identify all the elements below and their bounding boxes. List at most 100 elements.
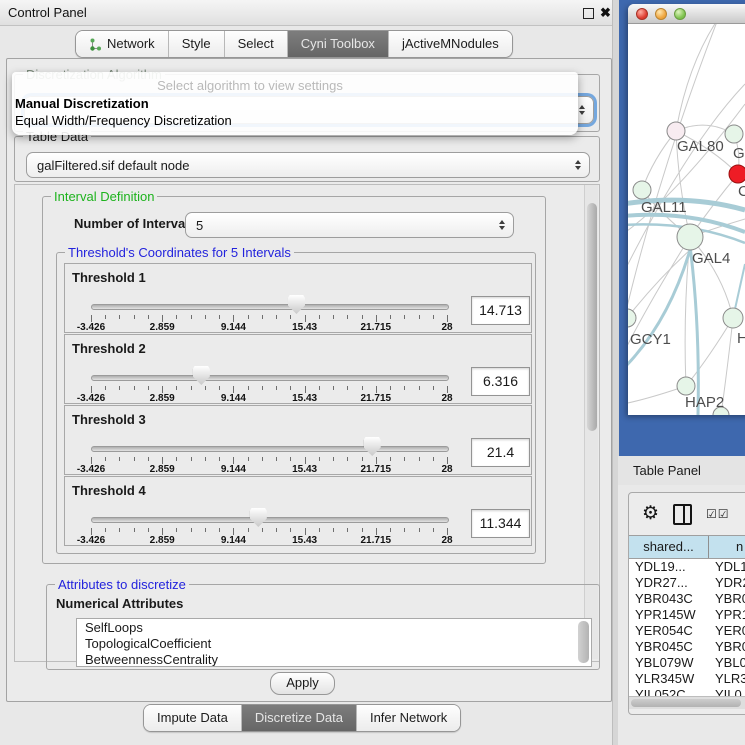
bottom-tab-bar: Impute DataDiscretize DataInfer Network bbox=[143, 704, 461, 732]
apply-button[interactable]: Apply bbox=[270, 672, 335, 695]
table-panel-title: Table Panel bbox=[633, 456, 701, 485]
horizontal-scrollbar-thumb[interactable] bbox=[631, 699, 741, 707]
slider-thumb[interactable] bbox=[364, 437, 381, 456]
tab-style[interactable]: Style bbox=[168, 31, 224, 57]
slider-tick bbox=[176, 386, 177, 390]
slider-tick bbox=[119, 315, 120, 319]
table-row[interactable]: YBL079WYBL0 bbox=[629, 655, 745, 671]
close-traffic-light[interactable] bbox=[636, 8, 648, 20]
table-data-combobox[interactable]: galFiltered.sif default node bbox=[26, 152, 590, 178]
tab-label: jActiveMNodules bbox=[402, 32, 499, 56]
slider-thumb[interactable] bbox=[288, 295, 305, 314]
table-row[interactable]: YIL052CYIL0 bbox=[629, 687, 745, 696]
float-window-icon[interactable] bbox=[583, 8, 594, 19]
slider-tick bbox=[276, 315, 277, 319]
split-columns-icon[interactable] bbox=[673, 504, 692, 525]
table-row[interactable]: YDR27...YDR2 bbox=[629, 575, 745, 591]
horizontal-scrollbar[interactable] bbox=[629, 696, 745, 709]
node-table: ⚙ ☑☑ shared... n YDL19...YDL1YDR27...YDR… bbox=[628, 492, 745, 715]
network-node[interactable] bbox=[725, 125, 743, 143]
cell-name: YBR0 bbox=[711, 591, 745, 607]
table-toolbar: ⚙ ☑☑ bbox=[629, 493, 745, 535]
algorithm-option-equal-width-frequency-discretization[interactable]: Equal Width/Frequency Discretization bbox=[14, 112, 576, 129]
network-node[interactable] bbox=[729, 165, 745, 183]
tab-network[interactable]: Network bbox=[76, 31, 168, 57]
slider-tick-label: -3.426 bbox=[69, 464, 113, 475]
table-row[interactable]: YDL19...YDL1 bbox=[629, 559, 745, 575]
column-header-name[interactable]: n bbox=[709, 536, 745, 558]
threshold-value-field[interactable]: 6.316 bbox=[471, 367, 530, 396]
column-header-shared-name[interactable]: shared... bbox=[629, 536, 709, 558]
attribute-item-topologicalcoefficient[interactable]: TopologicalCoefficient bbox=[77, 635, 591, 651]
tab-discretize-data[interactable]: Discretize Data bbox=[241, 705, 356, 731]
tab-impute-data[interactable]: Impute Data bbox=[144, 705, 241, 731]
zoom-traffic-light[interactable] bbox=[674, 8, 686, 20]
close-icon[interactable]: ✖ bbox=[600, 4, 611, 21]
slider-tick bbox=[105, 528, 106, 532]
slider-thumb[interactable] bbox=[193, 366, 210, 385]
attribute-item-betweennesscentrality[interactable]: BetweennessCentrality bbox=[77, 651, 591, 667]
table-row[interactable]: YBR043CYBR0 bbox=[629, 591, 745, 607]
numerical-attributes-label: Numerical Attributes bbox=[56, 596, 183, 611]
network-nodes[interactable] bbox=[628, 122, 745, 415]
slider-track[interactable] bbox=[91, 304, 449, 310]
slider-tick bbox=[333, 315, 334, 319]
threshold-value-field[interactable]: 21.4 bbox=[471, 438, 530, 467]
tab-infer-network[interactable]: Infer Network bbox=[356, 705, 460, 731]
table-row[interactable]: YLR345WYLR3 bbox=[629, 671, 745, 687]
slider-tick bbox=[305, 386, 306, 393]
slider-tick-label: -3.426 bbox=[69, 393, 113, 404]
attribute-item-selfloops[interactable]: SelfLoops bbox=[77, 619, 591, 635]
slider-tick bbox=[248, 315, 249, 319]
cell-name: YDR2 bbox=[711, 575, 745, 591]
tab-select[interactable]: Select bbox=[224, 31, 287, 57]
slider-tick-label: 21.715 bbox=[354, 535, 398, 546]
algorithm-dropdown-popup: Select algorithm to view settings Manual… bbox=[12, 72, 578, 135]
number-of-intervals-label: Number of Intervals bbox=[74, 216, 196, 231]
network-node[interactable] bbox=[628, 309, 636, 327]
thresholds-group-title: Threshold's Coordinates for 5 Intervals bbox=[65, 245, 294, 260]
numerical-attributes-list[interactable]: SelfLoopsTopologicalCoefficientBetweenne… bbox=[76, 618, 592, 667]
network-edges bbox=[628, 24, 745, 415]
select-columns-icon[interactable]: ☑☑ bbox=[706, 507, 730, 521]
slider-tick-label: 28 bbox=[425, 393, 469, 404]
slider-track[interactable] bbox=[91, 517, 449, 523]
number-of-intervals-combobox[interactable]: 5 bbox=[185, 212, 514, 238]
slider-track[interactable] bbox=[91, 375, 449, 381]
slider-tick bbox=[162, 528, 163, 535]
slider-tick-label: 15.43 bbox=[283, 464, 327, 475]
minimize-traffic-light[interactable] bbox=[655, 8, 667, 20]
slider-tick bbox=[148, 386, 149, 390]
cell-name: YBL0 bbox=[711, 655, 745, 671]
slider-tick-label: 15.43 bbox=[283, 322, 327, 333]
table-row[interactable]: YPR145WYPR1 bbox=[629, 607, 745, 623]
slider-tick bbox=[376, 315, 377, 322]
network-node[interactable] bbox=[633, 181, 651, 199]
threshold-label: Threshold 2 bbox=[72, 341, 146, 356]
slider-track[interactable] bbox=[91, 446, 449, 452]
gear-icon[interactable]: ⚙ bbox=[642, 504, 659, 524]
cell-name: YLR3 bbox=[711, 671, 745, 687]
slider-thumb[interactable] bbox=[250, 508, 267, 527]
slider-tick bbox=[248, 528, 249, 532]
threshold-value-field[interactable]: 11.344 bbox=[471, 509, 530, 538]
network-node[interactable] bbox=[677, 377, 695, 395]
node-label-gal11: GAL11 bbox=[641, 199, 687, 216]
vertical-scrollbar-thumb[interactable] bbox=[587, 203, 597, 431]
table-row[interactable]: YER054CYER0 bbox=[629, 623, 745, 639]
slider-tick bbox=[376, 528, 377, 535]
tab-jactivemnodules[interactable]: jActiveMNodules bbox=[388, 31, 512, 57]
network-canvas[interactable]: GAL80GCGAL11GAL4GCY1HHAP2 bbox=[628, 24, 745, 415]
threshold-value-field[interactable]: 14.713 bbox=[471, 296, 530, 325]
slider-tick bbox=[233, 457, 234, 464]
node-label-hap2: HAP2 bbox=[685, 394, 724, 411]
slider-tick bbox=[305, 457, 306, 464]
algorithm-option-manual-discretization[interactable]: Manual Discretization bbox=[14, 95, 576, 112]
table-row[interactable]: YBR045CYBR0 bbox=[629, 639, 745, 655]
network-window-titlebar[interactable] bbox=[628, 4, 745, 24]
slider-tick bbox=[262, 457, 263, 461]
attributes-scrollbar-thumb[interactable] bbox=[578, 621, 589, 663]
network-node[interactable] bbox=[677, 224, 703, 250]
tab-cyni-toolbox[interactable]: Cyni Toolbox bbox=[287, 31, 388, 57]
network-node[interactable] bbox=[723, 308, 743, 328]
